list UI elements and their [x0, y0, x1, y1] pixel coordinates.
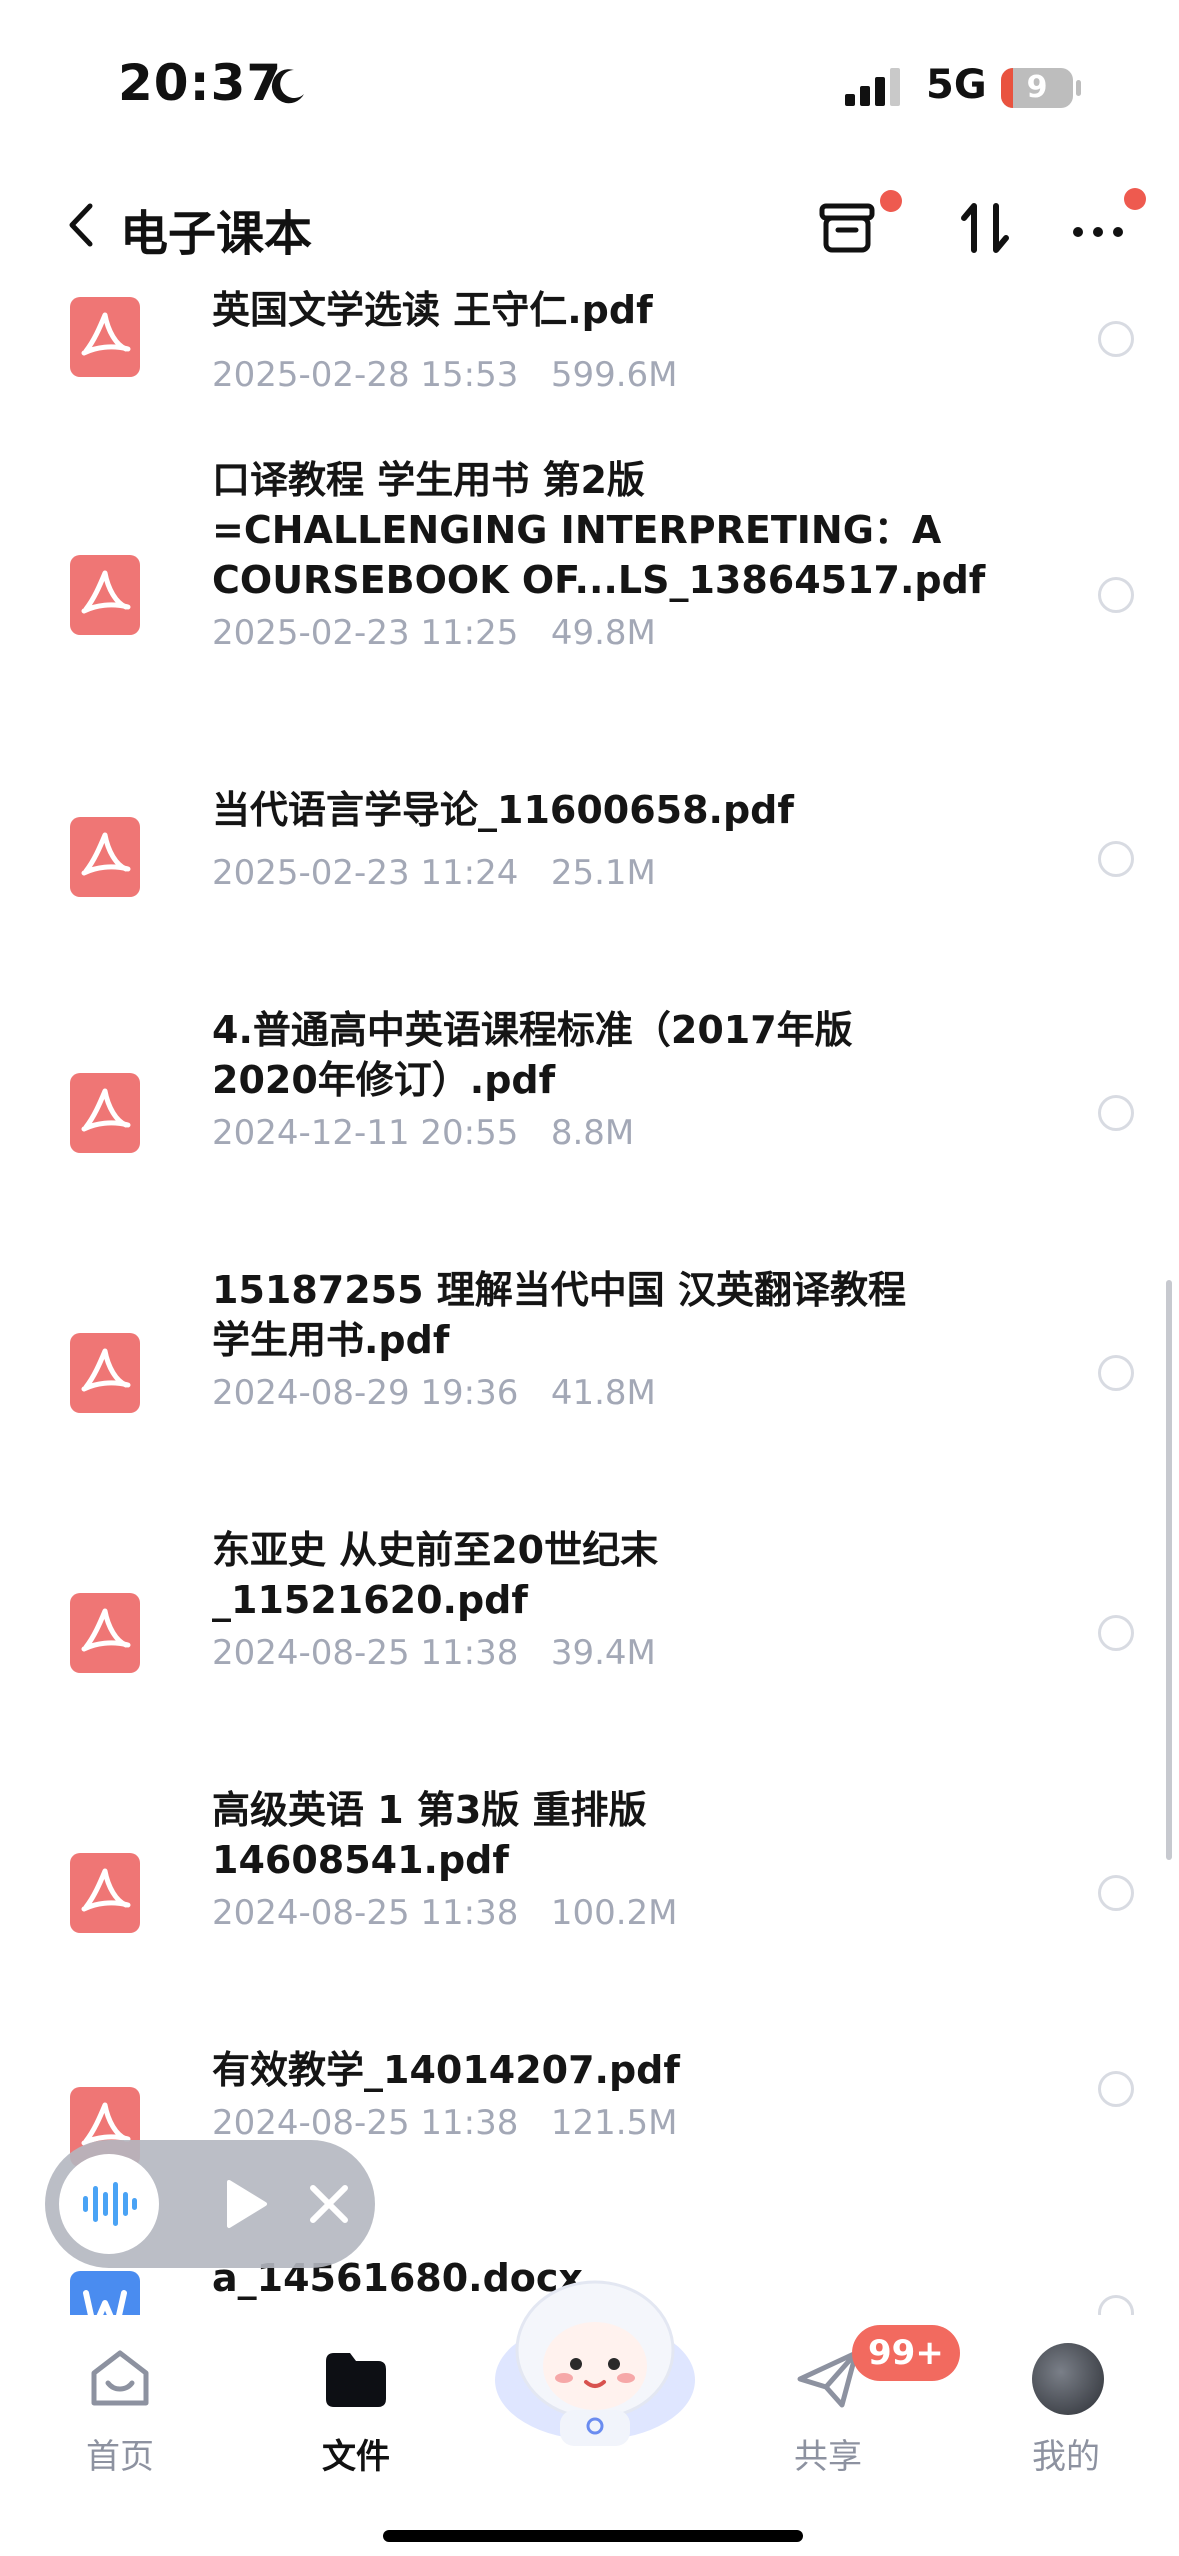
audio-wave-button[interactable] [59, 2154, 159, 2254]
pdf-file-icon [70, 1333, 140, 1413]
list-item[interactable]: 当代语言学导论_11600658.pdf 2025-02-23 11:24 25… [0, 775, 1179, 935]
select-radio[interactable] [1098, 2071, 1134, 2107]
close-icon[interactable] [303, 2178, 355, 2230]
list-item[interactable]: 4.普通高中英语课程标准（2017年版 2020年修订）.pdf 2024-12… [0, 1005, 1179, 1205]
battery-level: 9 [1026, 70, 1048, 105]
nav-files-label: 文件 [322, 2437, 390, 2477]
file-name: 15187255 理解当代中国 汉英翻译教程 学生用书.pdf [212, 1268, 906, 1362]
nav-share-label: 共享 [794, 2437, 862, 2477]
list-item[interactable]: 口译教程 学生用书 第2版 =CHALLENGING INTERPRETING：… [0, 455, 1179, 715]
file-name: 高级英语 1 第3版 重排版 14608541.pdf [212, 1788, 647, 1882]
network-label: 5G [926, 62, 987, 108]
status-time: 20:37 [118, 54, 283, 112]
docx-file-icon [70, 2271, 140, 2315]
battery-icon: 9 [1001, 68, 1073, 108]
nav-home-label: 首页 [86, 2437, 154, 2477]
file-meta: 2024-08-25 11:38 100.2M [212, 1893, 678, 1933]
file-size: 8.8M [550, 1113, 635, 1153]
file-name: 英国文学选读 王守仁.pdf [212, 288, 653, 332]
nav-files[interactable]: 文件 [276, 2343, 436, 2493]
file-date: 2025-02-28 15:53 [212, 355, 519, 395]
home-indicator [383, 2530, 803, 2542]
file-meta: 2024-12-11 20:55 8.8M [212, 1113, 634, 1153]
file-size: 25.1M [550, 853, 656, 893]
share-badge: 99+ [852, 2325, 960, 2381]
file-size: 100.2M [550, 1893, 678, 1933]
file-meta: 2025-02-23 11:25 49.8M [212, 613, 656, 653]
file-date: 2024-08-25 11:38 [212, 1633, 519, 1673]
file-date: 2024-08-25 11:38 [212, 2103, 519, 2143]
page-title: 电子课本 [120, 206, 313, 262]
list-item[interactable]: 高级英语 1 第3版 重排版 14608541.pdf 2024-08-25 1… [0, 1785, 1179, 1985]
select-radio[interactable] [1098, 2295, 1134, 2315]
file-name: 4.普通高中英语课程标准（2017年版 2020年修订）.pdf [212, 1008, 853, 1102]
list-item[interactable]: 东亚史 从史前至20世纪末 _11521620.pdf 2024-08-25 1… [0, 1525, 1179, 1725]
notification-dot [880, 190, 902, 212]
assistant-mascot-icon[interactable] [490, 2270, 700, 2450]
avatar [1032, 2343, 1104, 2415]
nav-me-label: 我的 [1032, 2437, 1100, 2477]
file-meta: 2024-08-25 11:38 39.4M [212, 1633, 656, 1673]
pdf-file-icon [70, 817, 140, 897]
file-size: 41.8M [550, 1373, 656, 1413]
file-date: 2024-08-25 11:38 [212, 1893, 519, 1933]
file-meta: 2025-02-23 11:24 25.1M [212, 853, 656, 893]
select-radio[interactable] [1098, 577, 1134, 613]
pdf-file-icon [70, 555, 140, 635]
select-radio[interactable] [1098, 1355, 1134, 1391]
list-item[interactable]: 15187255 理解当代中国 汉英翻译教程 学生用书.pdf 2024-08-… [0, 1265, 1179, 1465]
file-date: 2024-08-29 19:36 [212, 1373, 519, 1413]
pdf-file-icon [70, 1853, 140, 1933]
floating-audio-player[interactable] [45, 2140, 375, 2268]
file-size: 49.8M [550, 613, 656, 653]
pdf-file-icon [70, 1593, 140, 1673]
status-bar: 20:37 5G 9 [0, 0, 1179, 150]
select-radio[interactable] [1098, 1095, 1134, 1131]
file-name: 当代语言学导论_11600658.pdf [212, 788, 794, 832]
moon-icon [271, 69, 304, 104]
nav-me[interactable]: 我的 [986, 2343, 1146, 2493]
select-radio[interactable] [1098, 1615, 1134, 1651]
file-size: 39.4M [550, 1633, 656, 1673]
notification-dot [1124, 188, 1146, 210]
file-name: 东亚史 从史前至20世纪末 _11521620.pdf [212, 1528, 659, 1622]
sort-icon[interactable] [952, 192, 1024, 264]
select-radio[interactable] [1098, 841, 1134, 877]
file-size: 599.6M [550, 355, 678, 395]
file-meta: 2024-08-25 11:38 121.5M [212, 2103, 678, 2143]
recycle-bin-icon[interactable] [812, 192, 884, 264]
file-date: 2025-02-23 11:24 [212, 853, 519, 893]
file-date: 2025-02-23 11:25 [212, 613, 519, 653]
file-meta: 2024-08-29 19:36 41.8M [212, 1373, 656, 1413]
back-icon[interactable] [62, 200, 98, 250]
battery-tip [1076, 80, 1081, 96]
folder-icon [326, 2353, 386, 2407]
sound-wave-icon [83, 2182, 137, 2226]
play-icon[interactable] [215, 2174, 275, 2234]
file-list[interactable]: 英国文学选读 王守仁.pdf 2025-02-28 15:53 599.6M 口… [0, 255, 1179, 2315]
pdf-file-icon [70, 1073, 140, 1153]
header: 电子课本 [0, 150, 1179, 290]
scrollbar[interactable] [1166, 1280, 1172, 1860]
select-radio[interactable] [1098, 321, 1134, 357]
home-icon [91, 2350, 149, 2406]
file-size: 121.5M [550, 2103, 678, 2143]
signal-icon [845, 68, 900, 106]
nav-home[interactable]: 首页 [40, 2343, 200, 2493]
pdf-file-icon [70, 297, 140, 377]
file-name: 有效教学_14014207.pdf [212, 2048, 680, 2092]
file-name: 口译教程 学生用书 第2版 =CHALLENGING INTERPRETING：… [212, 458, 986, 602]
file-meta: 2025-02-28 15:53 599.6M [212, 355, 678, 395]
file-date: 2024-12-11 20:55 [212, 1113, 519, 1153]
select-radio[interactable] [1098, 1875, 1134, 1911]
